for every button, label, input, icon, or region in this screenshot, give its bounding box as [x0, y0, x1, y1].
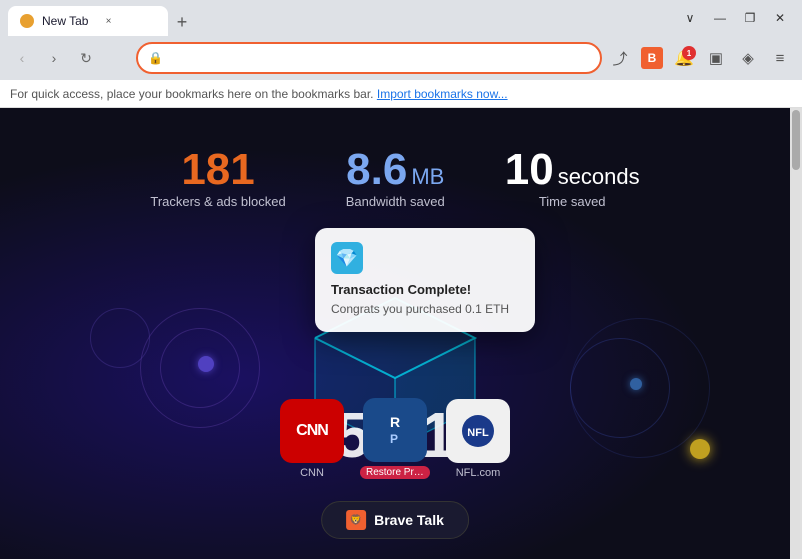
- brave-shield-button[interactable]: B: [638, 44, 666, 72]
- new-tab-button[interactable]: +: [168, 8, 196, 36]
- home-button[interactable]: [104, 44, 132, 72]
- scrollbar[interactable]: [790, 108, 802, 559]
- cnn-label: CNN: [300, 467, 324, 479]
- brave-talk-button[interactable]: 🦁 Brave Talk: [321, 501, 469, 539]
- rp-icon: RP: [363, 398, 427, 462]
- transaction-popup: 💎 Transaction Complete! Congrats you pur…: [315, 228, 535, 332]
- shortcuts-row: CNN CNN RP Restore Priv... NFL: [280, 398, 510, 479]
- time-unit: seconds: [558, 164, 640, 190]
- maximize-button[interactable]: ❐: [736, 4, 764, 32]
- bandwidth-number: 8.6: [346, 148, 407, 192]
- refresh-button[interactable]: ↻: [72, 44, 100, 72]
- wallet-button[interactable]: ◈: [734, 44, 762, 72]
- popup-body: Congrats you purchased 0.1 ETH: [331, 301, 519, 318]
- bookmark-bar: For quick access, place your bookmarks h…: [0, 80, 802, 108]
- shortcut-nfl[interactable]: NFL NFL.com: [446, 399, 510, 479]
- trackers-label: Trackers & ads blocked: [150, 194, 285, 209]
- trackers-number: 181: [181, 148, 254, 192]
- nfl-label: NFL.com: [456, 467, 501, 479]
- bandwidth-label: Bandwidth saved: [346, 194, 445, 209]
- location-icon: 🔒: [148, 51, 163, 65]
- notification-button[interactable]: 🔔 1: [670, 44, 698, 72]
- browser-frame: New Tab × + ∨ — ❐ ✕ ‹ › ↻ 🔒 ⤴ B: [0, 0, 802, 559]
- toolbar-right: ⤴ B 🔔 1 ▣ ◈ ≡: [606, 44, 794, 72]
- decor-dot-1: [198, 356, 214, 372]
- bandwidth-stat: 8.6 MB Bandwidth saved: [346, 148, 445, 209]
- share-icon: ⤴: [612, 48, 627, 69]
- popup-icon: 💎: [331, 242, 363, 274]
- brave-talk-label: Brave Talk: [374, 512, 444, 528]
- tab-title: New Tab: [42, 14, 88, 28]
- wallet-icon: ◈: [742, 49, 754, 67]
- tab-strip: New Tab × +: [8, 0, 676, 36]
- chevron-down-icon[interactable]: ∨: [676, 4, 704, 32]
- svg-text:NFL: NFL: [467, 427, 489, 439]
- cnn-icon: CNN: [280, 399, 344, 463]
- bandwidth-unit: MB: [411, 164, 444, 190]
- brave-talk-icon: 🦁: [346, 510, 366, 530]
- close-button[interactable]: ✕: [766, 4, 794, 32]
- toolbar: ‹ › ↻ 🔒 ⤴ B 🔔 1 ▣ ◈ ≡: [0, 36, 802, 80]
- shortcut-cnn[interactable]: CNN CNN: [280, 399, 344, 479]
- nfl-icon: NFL: [446, 399, 510, 463]
- back-button[interactable]: ‹: [8, 44, 36, 72]
- scrollbar-thumb[interactable]: [792, 110, 800, 170]
- title-bar: New Tab × + ∨ — ❐ ✕: [0, 0, 802, 36]
- tab-close-button[interactable]: ×: [100, 13, 116, 29]
- rp-label: Restore Priv...: [360, 466, 430, 479]
- minimize-button[interactable]: —: [706, 4, 734, 32]
- import-bookmarks-link[interactable]: Import bookmarks now...: [377, 87, 508, 101]
- sidebar-toggle-button[interactable]: ▣: [702, 44, 730, 72]
- stats-row: 181 Trackers & ads blocked 8.6 MB Bandwi…: [0, 148, 790, 209]
- decor-circle-3: [90, 308, 150, 368]
- tab-favicon: [20, 14, 34, 28]
- time-label: Time saved: [539, 194, 606, 209]
- address-bar[interactable]: 🔒: [136, 42, 602, 74]
- content-area: 181 Trackers & ads blocked 8.6 MB Bandwi…: [0, 108, 802, 559]
- brave-shield-icon: B: [641, 47, 663, 69]
- window-controls: ∨ — ❐ ✕: [676, 4, 794, 32]
- time-stat: 10 seconds Time saved: [505, 148, 640, 209]
- trackers-stat: 181 Trackers & ads blocked: [150, 148, 285, 209]
- sidebar-icon: ▣: [709, 49, 723, 67]
- active-tab[interactable]: New Tab ×: [8, 6, 168, 36]
- time-number: 10: [505, 148, 554, 192]
- menu-button[interactable]: ≡: [766, 44, 794, 72]
- share-button[interactable]: ⤴: [606, 44, 634, 72]
- decor-dot-2: [630, 378, 642, 390]
- bookmark-bar-text: For quick access, place your bookmarks h…: [10, 87, 374, 101]
- decor-dot-gold: [690, 439, 710, 459]
- new-tab-page: 181 Trackers & ads blocked 8.6 MB Bandwi…: [0, 108, 790, 559]
- notification-badge: 1: [682, 46, 696, 60]
- forward-button[interactable]: ›: [40, 44, 68, 72]
- hamburger-icon: ≡: [776, 50, 785, 67]
- popup-title: Transaction Complete!: [331, 282, 519, 297]
- shortcut-restore-privacy[interactable]: RP Restore Priv...: [360, 398, 430, 479]
